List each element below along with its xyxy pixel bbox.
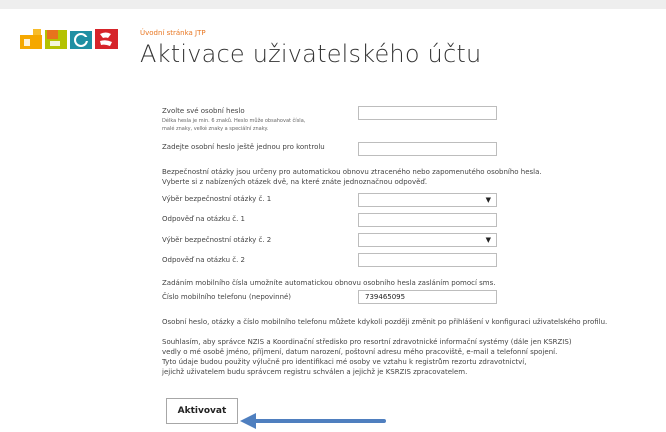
password-confirm-label: Zadejte osobní heslo ještě jednou pro ko… bbox=[162, 143, 325, 151]
activate-button[interactable]: Aktivovat bbox=[166, 398, 238, 424]
password-hint-line-1: Délka hesla je min. 6 znaků. Heslo může … bbox=[162, 118, 306, 124]
top-bar bbox=[0, 0, 666, 9]
logo-tile-3 bbox=[70, 31, 92, 49]
mobile-info: Zadáním mobilního čísla umožníte automat… bbox=[162, 279, 496, 287]
jtp-logo bbox=[20, 29, 118, 49]
answer1-label: Odpověď na otázku č. 1 bbox=[162, 215, 245, 223]
question2-select[interactable]: ▼ bbox=[358, 233, 497, 247]
breadcrumb-home-link[interactable]: Úvodní stránka JTP bbox=[140, 29, 206, 37]
mobile-label: Číslo mobilního telefonu (nepovinné) bbox=[162, 293, 292, 301]
logo-tile-2 bbox=[45, 30, 67, 49]
page-title: Aktivace uživatelského účtu bbox=[140, 40, 482, 68]
question1-label: Výběr bezpečnostní otázky č. 1 bbox=[162, 195, 272, 203]
consent-line-2: vedly o mé osobě jméno, příjmení, datum … bbox=[162, 348, 558, 356]
logo-tile-4 bbox=[95, 29, 118, 49]
answer2-input[interactable] bbox=[358, 253, 497, 267]
chevron-down-icon: ▼ bbox=[485, 196, 491, 204]
password-confirm-input[interactable] bbox=[358, 142, 497, 156]
question2-label: Výběr bezpečnostní otázky č. 2 bbox=[162, 236, 272, 244]
answer1-input[interactable] bbox=[358, 213, 497, 227]
change-info: Osobní heslo, otázky a číslo mobilního t… bbox=[162, 318, 608, 326]
answer2-label: Odpověď na otázku č. 2 bbox=[162, 256, 245, 264]
arrow-left-icon bbox=[240, 413, 386, 429]
consent-line-1: Souhlasím, aby správce NZIS a Koordinačn… bbox=[162, 338, 572, 346]
chevron-down-icon: ▼ bbox=[485, 236, 491, 244]
mobile-input[interactable]: 739465095 bbox=[358, 290, 497, 304]
question1-select[interactable]: ▼ bbox=[358, 193, 497, 207]
consent-line-3: Tyto údaje budou použity výlučně pro ide… bbox=[162, 358, 527, 366]
password-input[interactable] bbox=[358, 106, 497, 120]
consent-line-4: jejichž uživatelem budu správcem registr… bbox=[162, 368, 468, 376]
logo-tile-1 bbox=[20, 29, 42, 49]
questions-info-line-1: Bezpečnostní otázky jsou určeny pro auto… bbox=[162, 168, 542, 176]
password-hint-line-2: malé znaky, velké znaky a speciální znak… bbox=[162, 126, 269, 132]
questions-info-line-2: Vyberte si z nabízených otázek dvě, na k… bbox=[162, 178, 428, 186]
password-label: Zvolte své osobní heslo bbox=[162, 107, 245, 115]
